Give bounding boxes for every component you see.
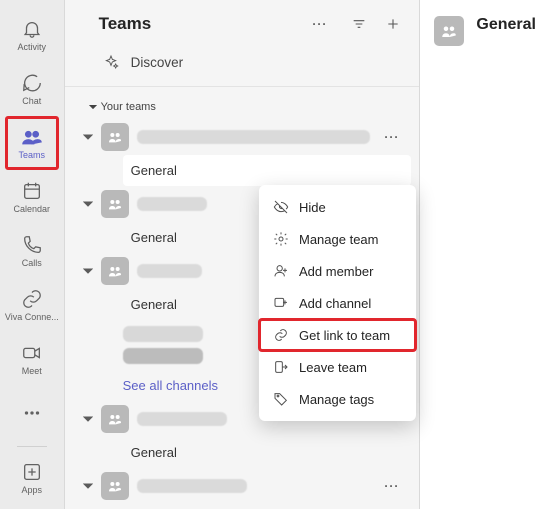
tag-icon [273,391,289,407]
channel-avatar [434,16,464,46]
section-label: Your teams [101,101,156,113]
rail-meet[interactable]: Meet [4,332,60,386]
phone-icon [21,234,43,256]
discover-label: Discover [131,55,184,70]
menu-label: Leave team [299,360,367,375]
channel-item-redacted[interactable] [123,326,203,342]
menu-label: Manage team [299,232,379,247]
channel-content: General [420,0,550,509]
add-member-icon [273,263,289,279]
rail-label: Apps [22,485,43,495]
panel-title: Teams [99,14,152,34]
apps-icon [21,461,43,483]
rail-teams[interactable]: Teams [5,116,59,170]
rail-separator [17,446,47,447]
caret-down-icon [83,132,93,142]
team-name-redacted [137,412,227,426]
rail-label: Activity [18,42,47,52]
channel-title: General [476,16,536,34]
rail-label: Teams [19,150,46,160]
rail-calendar[interactable]: Calendar [4,170,60,224]
more-icon [21,402,43,424]
team-avatar [101,472,129,500]
channel-item[interactable]: General [123,437,412,468]
channel-item[interactable]: General [123,155,412,186]
rail-more[interactable] [4,386,60,440]
rail-label: Chat [22,96,41,106]
rail-label: Calendar [14,204,51,214]
team-name-redacted [137,264,202,278]
team-row[interactable]: ··· [73,119,412,155]
rail-activity[interactable]: Activity [4,8,60,62]
link-icon [21,288,43,310]
team-name-redacted [137,197,207,211]
team-avatar [101,190,129,218]
rail-label: Viva Conne... [5,312,59,322]
caret-down-icon [83,414,93,424]
menu-label: Get link to team [299,328,390,343]
team-context-menu: Hide Manage team Add member Add channel … [259,185,416,421]
menu-label: Hide [299,200,326,215]
chat-icon [21,72,43,94]
menu-label: Add channel [299,296,371,311]
panel-more-icon[interactable]: ··· [306,17,333,31]
menu-add-channel[interactable]: Add channel [259,287,416,319]
menu-add-member[interactable]: Add member [259,255,416,287]
menu-hide[interactable]: Hide [259,191,416,223]
rail-calls[interactable]: Calls [4,224,60,278]
caret-down-icon [89,103,97,111]
caret-down-icon [83,266,93,276]
rail-chat[interactable]: Chat [4,62,60,116]
menu-manage-tags[interactable]: Manage tags [259,383,416,415]
people-icon [21,126,43,148]
video-icon [21,342,43,364]
filter-icon[interactable] [351,16,367,32]
gear-icon [273,231,289,247]
rail-apps[interactable]: Apps [4,455,60,509]
team-name-redacted [137,130,371,144]
menu-manage-team[interactable]: Manage team [259,223,416,255]
rail-viva[interactable]: Viva Conne... [4,278,60,332]
link-icon [273,327,289,343]
team-more-button[interactable]: ··· [378,479,405,493]
discover-button[interactable]: Discover [65,44,420,87]
rail-label: Calls [22,258,42,268]
team-name-redacted [137,479,247,493]
add-channel-icon [273,295,289,311]
team-avatar [101,405,129,433]
caret-down-icon [83,481,93,491]
menu-get-link[interactable]: Get link to team [259,319,416,351]
rail-label: Meet [22,366,42,376]
leave-icon [273,359,289,375]
team-row[interactable]: ··· [73,468,412,504]
section-your-teams[interactable]: Your teams [65,87,420,119]
sparkle-icon [103,54,119,70]
menu-label: Manage tags [299,392,374,407]
app-rail: Activity Chat Teams Calendar Calls Viva … [0,0,65,509]
calendar-icon [21,180,43,202]
channel-item-redacted[interactable] [123,348,203,364]
team-more-button[interactable]: ··· [378,130,405,144]
menu-leave-team[interactable]: Leave team [259,351,416,383]
team-avatar [101,257,129,285]
team-avatar [101,123,129,151]
eye-off-icon [273,199,289,215]
plus-icon[interactable] [385,16,401,32]
menu-label: Add member [299,264,373,279]
bell-icon [21,18,43,40]
caret-down-icon [83,199,93,209]
